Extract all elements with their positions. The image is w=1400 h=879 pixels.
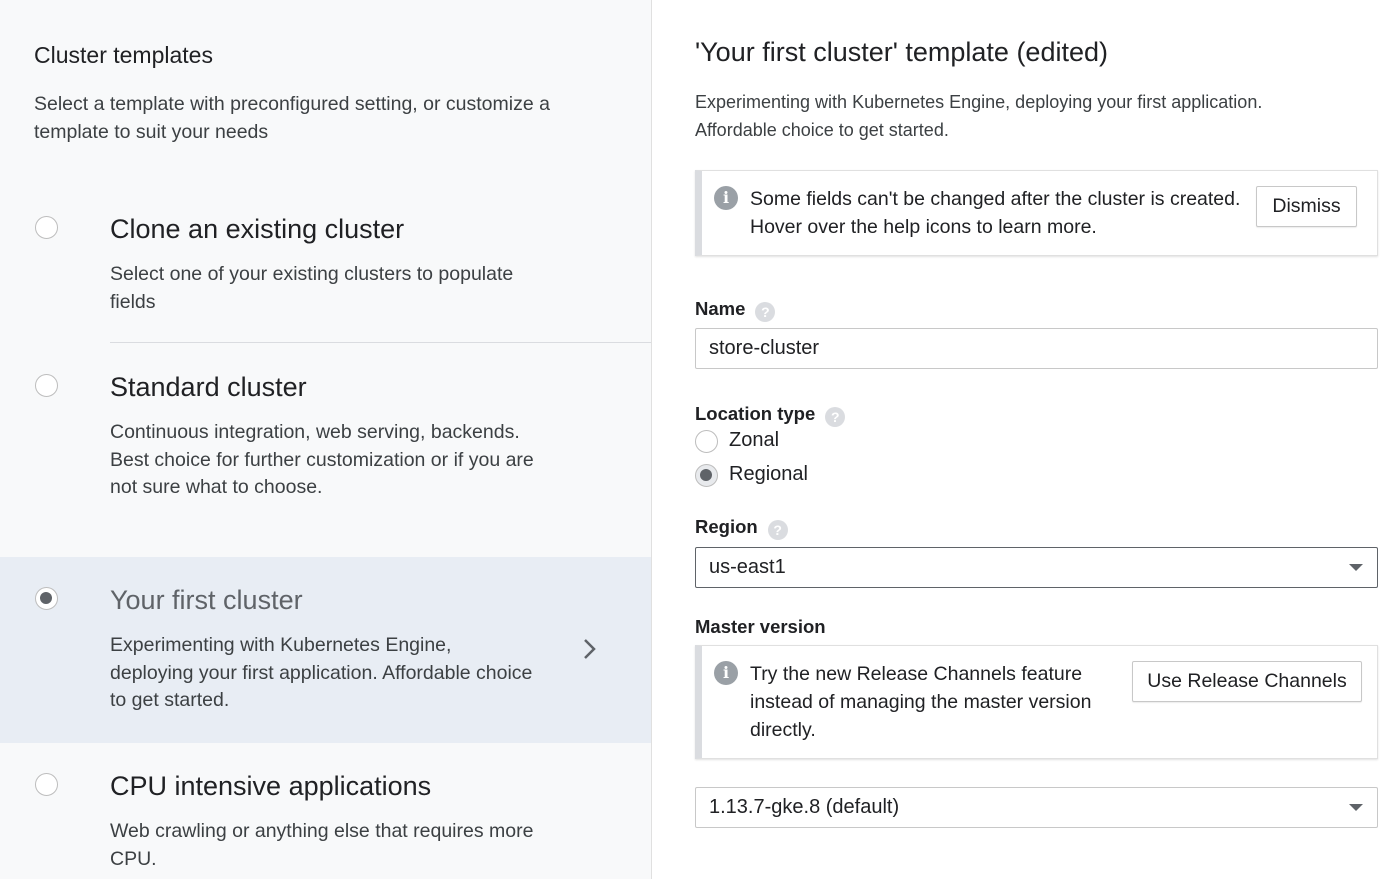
template-description: Experimenting with Kubernetes Engine, de… bbox=[110, 634, 533, 711]
template-description: Web crawling or anything else that requi… bbox=[110, 820, 534, 870]
info-icon: i bbox=[714, 186, 738, 210]
dropdown-caret-icon bbox=[1349, 564, 1363, 571]
cluster-templates-panel: Cluster templates Select a template with… bbox=[0, 0, 652, 879]
template-description: Select one of your existing clusters to … bbox=[110, 263, 514, 313]
info-icon: i bbox=[714, 661, 738, 685]
panel-title: Cluster templates bbox=[34, 42, 213, 68]
template-title: Standard cluster bbox=[110, 372, 307, 402]
template-details-panel: 'Your first cluster' template (edited) E… bbox=[653, 0, 1400, 879]
name-label: Name? bbox=[695, 298, 776, 322]
template-description: Continuous integration, web serving, bac… bbox=[110, 421, 534, 498]
template-standard[interactable]: Standard cluster Continuous integration,… bbox=[0, 348, 651, 557]
master-version-label: Master version bbox=[695, 616, 826, 637]
name-label-text: Name bbox=[695, 298, 746, 319]
option-label: Regional bbox=[729, 463, 808, 485]
help-icon[interactable]: ? bbox=[755, 302, 776, 322]
notice-text: Some fields can't be changed after the c… bbox=[750, 188, 1241, 238]
template-heading: 'Your first cluster' template (edited) bbox=[695, 37, 1108, 67]
region-label: Region? bbox=[695, 516, 788, 540]
radio-zonal[interactable] bbox=[695, 430, 718, 453]
notice-text: Try the new Release Channels feature ins… bbox=[750, 663, 1092, 741]
option-label: Zonal bbox=[729, 429, 780, 451]
template-title: CPU intensive applications bbox=[110, 771, 432, 801]
dismiss-button[interactable]: Dismiss bbox=[1256, 186, 1357, 227]
location-type-label: Location type? bbox=[695, 403, 846, 427]
use-release-channels-button[interactable]: Use Release Channels bbox=[1132, 661, 1362, 702]
template-title: Your first cluster bbox=[110, 585, 303, 615]
region-value: us-east1 bbox=[709, 556, 786, 578]
template-clone-existing[interactable]: Clone an existing cluster Select one of … bbox=[0, 190, 651, 342]
panel-description: Select a template with preconfigured set… bbox=[34, 93, 550, 143]
template-radio[interactable] bbox=[35, 587, 58, 610]
template-cpu-intensive[interactable]: CPU intensive applications Web crawling … bbox=[0, 743, 651, 879]
template-your-first-cluster[interactable]: Your first cluster Experimenting with Ku… bbox=[0, 557, 651, 743]
release-channels-notice: i Try the new Release Channels feature i… bbox=[695, 645, 1378, 759]
template-radio[interactable] bbox=[35, 216, 58, 239]
location-type-label-text: Location type bbox=[695, 403, 816, 424]
help-icon[interactable]: ? bbox=[825, 407, 846, 427]
help-icon[interactable]: ? bbox=[767, 520, 788, 540]
radio-regional[interactable] bbox=[695, 464, 718, 487]
region-select[interactable]: us-east1 bbox=[695, 547, 1378, 588]
template-radio[interactable] bbox=[35, 773, 58, 796]
name-input[interactable]: store-cluster bbox=[695, 328, 1378, 369]
master-version-value: 1.13.7-gke.8 (default) bbox=[709, 796, 900, 818]
chevron-right-icon[interactable] bbox=[578, 637, 602, 661]
region-label-text: Region bbox=[695, 516, 758, 537]
template-radio[interactable] bbox=[35, 374, 58, 397]
fields-notice: i Some fields can't be changed after the… bbox=[695, 170, 1378, 256]
divider bbox=[110, 342, 651, 343]
dropdown-caret-icon bbox=[1349, 804, 1363, 811]
master-version-select[interactable]: 1.13.7-gke.8 (default) bbox=[695, 787, 1378, 828]
template-title: Clone an existing cluster bbox=[110, 214, 405, 244]
template-heading-description: Experimenting with Kubernetes Engine, de… bbox=[695, 92, 1263, 140]
